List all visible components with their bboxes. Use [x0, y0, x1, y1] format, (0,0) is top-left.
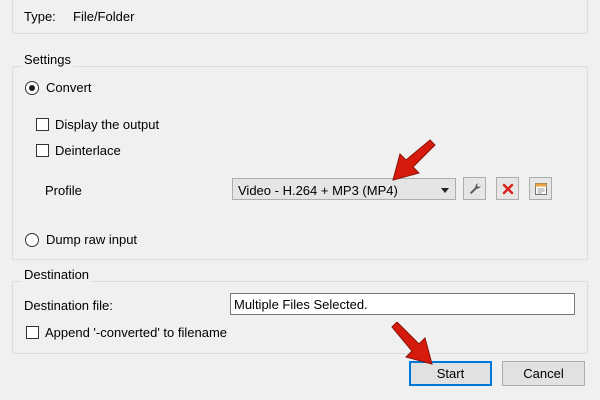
profile-label: Profile	[45, 183, 82, 198]
destination-title: Destination	[22, 267, 92, 282]
dump-raw-label[interactable]: Dump raw input	[46, 232, 137, 247]
settings-group	[12, 66, 588, 260]
cancel-button[interactable]: Cancel	[502, 361, 585, 386]
profile-dropdown-value: Video - H.264 + MP3 (MP4)	[238, 183, 398, 198]
dump-raw-radio[interactable]	[25, 233, 39, 247]
delete-profile-button[interactable]	[496, 177, 519, 200]
destination-file-input[interactable]: Multiple Files Selected.	[230, 293, 575, 315]
new-profile-icon	[534, 182, 547, 195]
type-label: Type:	[24, 9, 56, 24]
deinterlace-checkbox[interactable]	[36, 144, 49, 157]
edit-profile-button[interactable]	[463, 177, 486, 200]
settings-title: Settings	[22, 52, 73, 67]
append-converted-label[interactable]: Append '-converted' to filename	[45, 325, 227, 340]
type-value: File/Folder	[73, 9, 135, 24]
chevron-down-icon	[441, 188, 449, 193]
annotation-arrow-icon	[391, 322, 433, 365]
deinterlace-label[interactable]: Deinterlace	[55, 143, 121, 158]
append-converted-checkbox[interactable]	[26, 326, 39, 339]
destination-file-label: Destination file:	[24, 298, 113, 313]
new-profile-button[interactable]	[529, 177, 552, 200]
delete-icon	[502, 183, 513, 194]
display-output-checkbox[interactable]	[36, 118, 49, 131]
destination-file-value: Multiple Files Selected.	[234, 297, 368, 312]
cancel-button-label: Cancel	[523, 366, 564, 381]
convert-label[interactable]: Convert	[46, 80, 92, 95]
destination-group	[12, 281, 588, 354]
display-output-label[interactable]: Display the output	[55, 117, 159, 132]
wrench-icon	[469, 182, 481, 194]
convert-radio[interactable]	[25, 81, 39, 95]
annotation-arrow-icon	[392, 139, 436, 181]
